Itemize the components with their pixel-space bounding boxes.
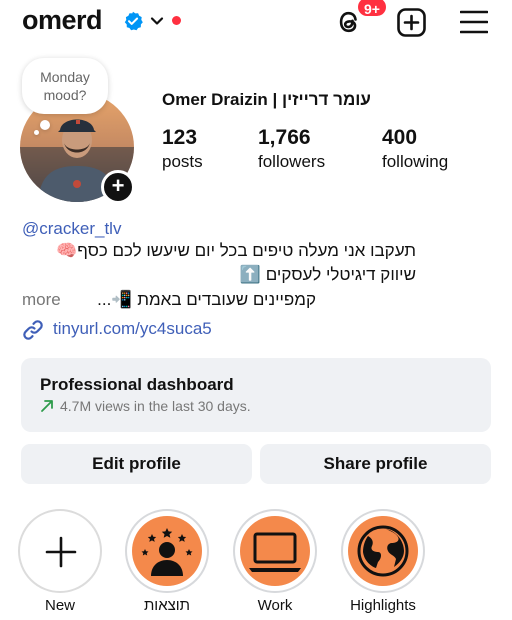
chevron-down-icon[interactable] <box>149 13 165 29</box>
bio-more-link[interactable]: more <box>22 290 61 310</box>
highlight-ring <box>341 509 425 593</box>
menu-icon[interactable] <box>460 9 488 35</box>
bio-line-3: קמפיינים שעובדים באמת 📲... <box>97 290 316 309</box>
threads-handle-link[interactable]: @cracker_tlv <box>22 219 121 239</box>
trend-up-arrow-icon <box>41 400 53 412</box>
bio-line-2: שיווק דיגיטלי לעסקים ⬆️ <box>239 265 416 284</box>
unread-dot <box>172 16 181 25</box>
success-person-stars-icon <box>141 528 193 576</box>
edit-profile-button[interactable]: Edit profile <box>21 444 252 484</box>
highlight-new[interactable]: New <box>18 509 102 615</box>
globe-icon <box>357 525 409 577</box>
username[interactable]: omerd <box>22 5 103 36</box>
stat-following[interactable]: 400 following <box>382 126 448 174</box>
followers-count: 1,766 <box>258 126 311 149</box>
highlight-cover <box>240 516 310 586</box>
profile-full-name: Omer Draizin | עומר דרייזין <box>162 90 371 109</box>
share-profile-button[interactable]: Share profile <box>260 444 491 484</box>
stat-posts[interactable]: 123 posts <box>162 126 203 174</box>
dashboard-title: Professional dashboard <box>40 375 234 394</box>
note-text-line1: Monday <box>40 69 90 85</box>
note-text-line2: mood? <box>43 87 87 103</box>
posts-label: posts <box>162 152 203 171</box>
link-icon <box>23 320 43 340</box>
verified-badge-icon <box>124 11 143 31</box>
highlight-cover <box>132 516 202 586</box>
highlight-new-ring <box>18 509 102 593</box>
plus-icon <box>45 536 77 568</box>
following-label: following <box>382 152 449 171</box>
add-story-button[interactable]: + <box>101 170 135 204</box>
note-bubble-tail-small <box>34 130 39 135</box>
note-bubble[interactable]: Monday mood? <box>22 58 108 114</box>
highlight-ring <box>125 509 209 593</box>
highlight-cover <box>348 516 418 586</box>
dashboard-subtitle: 4.7M views in the last 30 days. <box>60 398 251 414</box>
following-count: 400 <box>382 126 418 149</box>
highlight-label: תוצאות <box>143 597 191 614</box>
bio-line-1: תעקבו אני מעלה טיפים בכל יום שיעשו לכם כ… <box>56 241 416 260</box>
highlight-label: New <box>44 597 75 614</box>
highlight-label: Highlights <box>350 597 416 614</box>
highlight-highlights[interactable]: Highlights <box>341 509 425 615</box>
highlight-ring <box>233 509 317 593</box>
profile-header: omerd 9+ <box>0 0 512 46</box>
professional-dashboard-card[interactable]: Professional dashboard 4.7M views in the… <box>21 358 491 432</box>
notification-badge: 9+ <box>356 0 388 18</box>
laptop-icon <box>249 532 301 572</box>
posts-count: 123 <box>162 126 198 149</box>
highlight-work[interactable]: Work <box>233 509 317 615</box>
create-post-icon[interactable] <box>397 8 426 37</box>
stat-followers[interactable]: 1,766 followers <box>258 126 325 174</box>
highlight-label: Work <box>257 597 293 614</box>
note-bubble-tail <box>40 120 50 130</box>
highlight-results[interactable]: תוצאות <box>125 509 209 615</box>
bio-link-text[interactable]: tinyurl.com/yc4suca5 <box>53 319 212 339</box>
followers-label: followers <box>258 152 326 171</box>
